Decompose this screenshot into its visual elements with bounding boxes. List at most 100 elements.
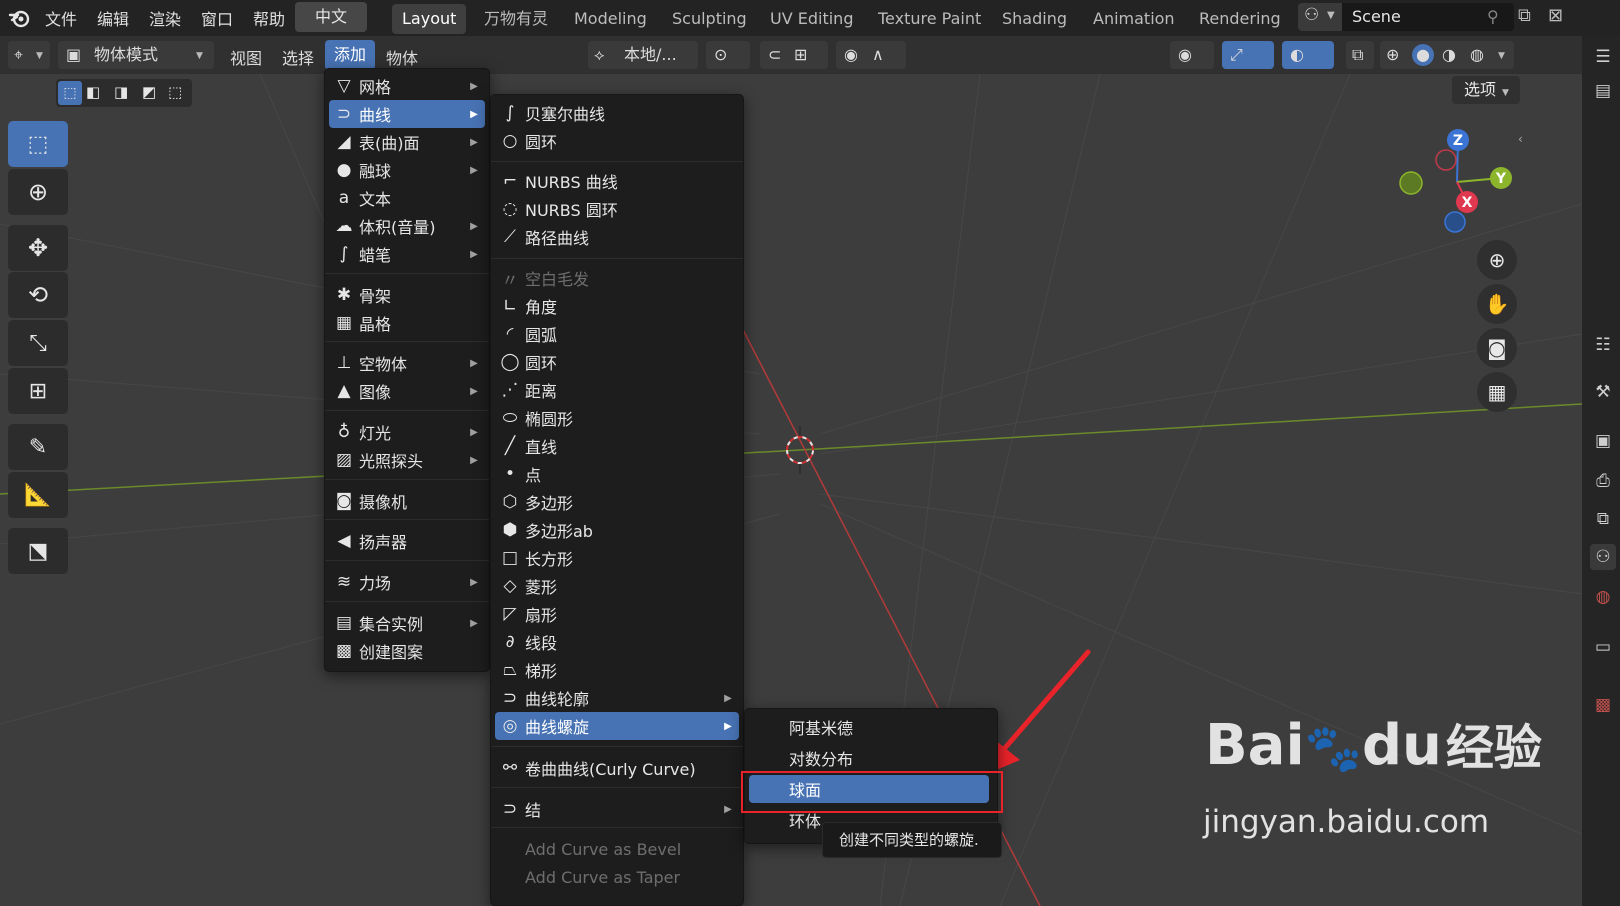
curve-menu-item[interactable]: ○ 圆环 bbox=[495, 127, 739, 155]
add-menu-item[interactable]: ∫ 蜡笔 ▶ bbox=[329, 240, 485, 268]
add-menu-item[interactable]: ◢ 表(曲)面 ▶ bbox=[329, 128, 485, 156]
navigation-gizmo[interactable]: Z Y X bbox=[1395, 124, 1520, 239]
filter-icon[interactable]: ▤ bbox=[1590, 78, 1616, 104]
add-menu-item[interactable]: ≋ 力场 ▶ bbox=[329, 568, 485, 596]
tool-icon[interactable]: ⚒ bbox=[1590, 379, 1616, 405]
spiral-type-item[interactable]: 阿基米德 bbox=[749, 713, 993, 741]
menu-help[interactable]: 帮助 bbox=[253, 6, 285, 30]
editor-type-button[interactable]: ⌖ ▼ bbox=[8, 41, 50, 69]
proportional-edit-button[interactable]: ◉ ∧ bbox=[836, 41, 906, 69]
options-dropdown[interactable]: 选项 ▼ bbox=[1452, 76, 1520, 104]
tab-modeling[interactable]: Modeling bbox=[564, 4, 657, 34]
add-menu-item[interactable]: ▦ 晶格 bbox=[329, 309, 485, 337]
menu-window[interactable]: 窗口 bbox=[201, 6, 233, 30]
tool-annotate[interactable]: ✎ bbox=[8, 424, 68, 470]
mode-dropdown[interactable]: ▣ 物体模式 ▼ bbox=[58, 41, 214, 69]
add-menu-item[interactable]: ▩ 创建图案 bbox=[329, 637, 485, 665]
curve-menu-item[interactable]: ◯ 圆环 bbox=[495, 348, 739, 376]
delete-scene-icon[interactable]: ⊠ bbox=[1548, 5, 1563, 26]
scene-selector-button[interactable]: ⚇ ▼ bbox=[1298, 3, 1342, 31]
add-menu-item[interactable]: ▲ 图像 ▶ bbox=[329, 377, 485, 405]
curve-menu-item[interactable]: ⊃ 结 ▶ bbox=[495, 795, 739, 823]
add-menu-item[interactable]: ⊥ 空物体 ▶ bbox=[329, 349, 485, 377]
tool-scale[interactable]: ⤡ bbox=[8, 320, 68, 366]
curve-menu-item[interactable]: ⌐ NURBS 曲线 bbox=[495, 167, 739, 195]
add-menu-item[interactable]: ▨ 光照探头 ▶ bbox=[329, 446, 485, 474]
menu-add[interactable]: 添加 bbox=[325, 40, 375, 70]
tab-texture-paint[interactable]: Texture Paint bbox=[868, 4, 991, 34]
select-new-icon[interactable]: ⬚ bbox=[58, 81, 82, 105]
view-layer-icon[interactable]: ⧉ bbox=[1590, 506, 1616, 532]
add-menu-item[interactable]: ✱ 骨架 bbox=[329, 281, 485, 309]
wireframe-shading-icon[interactable]: ⊕ bbox=[1386, 41, 1399, 69]
texture-icon[interactable]: ▩ bbox=[1590, 692, 1616, 718]
curve-menu-item[interactable]: • 点 bbox=[495, 460, 739, 488]
curve-menu-item[interactable]: ⚯ 卷曲曲线(Curly Curve) bbox=[495, 754, 739, 782]
world-icon[interactable]: ◍ bbox=[1590, 584, 1616, 610]
select-intersect-icon[interactable]: ⬚ bbox=[168, 83, 182, 101]
tab-wanwu[interactable]: 万物有灵 bbox=[474, 4, 558, 34]
curve-menu-item[interactable]: Add Curve as Taper bbox=[495, 863, 739, 891]
tool-move[interactable]: ✥ bbox=[8, 225, 68, 271]
select-subtract-icon[interactable]: ◨ bbox=[114, 83, 128, 101]
pivot-dropdown[interactable]: ⊙ bbox=[706, 41, 750, 69]
add-menu-item[interactable]: ◙ 摄像机 bbox=[329, 487, 485, 515]
tab-shading[interactable]: Shading bbox=[992, 4, 1077, 34]
curve-menu-item[interactable]: Add Curve as Bevel bbox=[495, 835, 739, 863]
material-shading-icon[interactable]: ◑ bbox=[1442, 41, 1456, 69]
add-menu-item[interactable]: ◀ 扬声器 bbox=[329, 527, 485, 555]
add-menu-item[interactable]: ♁ 灯光 ▶ bbox=[329, 418, 485, 446]
new-scene-icon[interactable]: ⧉ bbox=[1518, 5, 1531, 26]
menu-edit[interactable]: 编辑 bbox=[97, 6, 129, 30]
zoom-button[interactable]: ⊕ bbox=[1477, 240, 1517, 280]
tool-settings-icon[interactable]: ☷ bbox=[1590, 332, 1616, 358]
add-menu-item[interactable]: ● 融球 ▶ bbox=[329, 156, 485, 184]
menu-file[interactable]: 文件 bbox=[45, 6, 77, 30]
pan-button[interactable]: ✋ bbox=[1477, 284, 1517, 324]
collection-icon[interactable]: ▭ bbox=[1590, 634, 1616, 660]
curve-menu-item[interactable]: ╱ 直线 bbox=[495, 432, 739, 460]
add-menu-item[interactable]: ⊃ 曲线 ▶ bbox=[329, 100, 485, 128]
tool-select-box[interactable]: ⬚ bbox=[8, 121, 68, 167]
shading-modes[interactable]: ⊕ ● ◑ ◍ ▼ bbox=[1380, 41, 1514, 69]
tab-animation[interactable]: Animation bbox=[1083, 4, 1185, 34]
curve-menu-item[interactable]: ⋰ 距离 bbox=[495, 376, 739, 404]
tool-rotate[interactable]: ⟲ bbox=[8, 272, 68, 318]
menu-render[interactable]: 渲染 bbox=[149, 6, 181, 30]
xray-toggle[interactable]: ⧉ bbox=[1346, 41, 1374, 69]
add-menu-item[interactable]: ▤ 集合实例 ▶ bbox=[329, 609, 485, 637]
menu-select[interactable]: 选择 bbox=[282, 45, 314, 69]
curve-menu-item[interactable]: ⬢ 多边形ab bbox=[495, 516, 739, 544]
select-extend-icon[interactable]: ◧ bbox=[86, 83, 100, 101]
snap-dropdown[interactable]: ⊂ ⊞ bbox=[760, 41, 828, 69]
rendered-shading-icon[interactable]: ◍ bbox=[1470, 41, 1484, 69]
tab-sculpting[interactable]: Sculpting bbox=[662, 4, 757, 34]
add-menu-item[interactable]: ▽ 网格 ▶ bbox=[329, 72, 485, 100]
tool-cursor[interactable]: ⊕ bbox=[8, 169, 68, 215]
curve-menu-item[interactable]: ⊃ 曲线轮廓 ▶ bbox=[495, 684, 739, 712]
tool-add-cube[interactable]: ⬔ bbox=[8, 528, 68, 574]
curve-menu-item[interactable]: ◸ 扇形 bbox=[495, 600, 739, 628]
scene-props-icon[interactable]: ⚇ bbox=[1590, 544, 1616, 570]
curve-menu-item[interactable]: ◌ NURBS 圆环 bbox=[495, 195, 739, 223]
spiral-type-item[interactable]: 对数分布 bbox=[749, 744, 993, 772]
curve-menu-item[interactable]: ◇ 菱形 bbox=[495, 572, 739, 600]
curve-menu-item[interactable]: ◎ 曲线螺旋 ▶ bbox=[495, 712, 739, 740]
tool-transform[interactable]: ⊞ bbox=[8, 368, 68, 414]
curve-menu-item[interactable]: ⬡ 多边形 bbox=[495, 488, 739, 516]
perspective-toggle[interactable]: ▦ bbox=[1477, 372, 1517, 412]
curve-menu-item[interactable]: ⏢ 梯形 bbox=[495, 656, 739, 684]
solid-shading-icon[interactable]: ● bbox=[1412, 44, 1434, 66]
output-icon[interactable]: ⎙ bbox=[1590, 468, 1616, 494]
blender-logo-icon[interactable] bbox=[8, 6, 32, 30]
menu-view[interactable]: 视图 bbox=[230, 45, 262, 69]
curve-menu-item[interactable]: ⬭ 椭圆形 bbox=[495, 404, 739, 432]
visibility-dropdown[interactable]: ◉ bbox=[1170, 41, 1214, 69]
select-invert-icon[interactable]: ◩ bbox=[142, 83, 156, 101]
render-icon[interactable]: ▣ bbox=[1590, 428, 1616, 454]
curve-menu-item[interactable]: ◜ 圆弧 bbox=[495, 320, 739, 348]
curve-menu-item[interactable]: 〃空白毛发 bbox=[495, 264, 739, 292]
curve-menu-item[interactable]: ∂ 线段 bbox=[495, 628, 739, 656]
tab-layout[interactable]: Layout bbox=[392, 4, 467, 34]
transform-orientation-dropdown[interactable]: ⟡ 本地/... bbox=[588, 41, 698, 69]
